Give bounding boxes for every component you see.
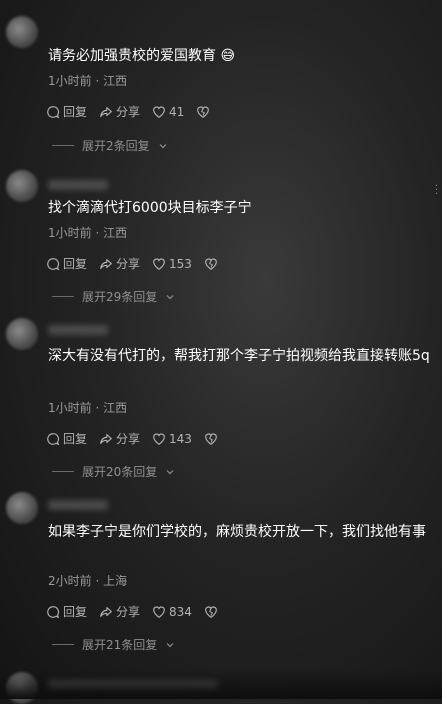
reply-label: 回复 [63, 605, 88, 619]
comment-meta: 1小时前 · 江西 [48, 226, 128, 240]
reply-label: 回复 [63, 105, 88, 119]
comment-meta: 1小时前 · 江西 [48, 74, 128, 88]
dislike-icon [205, 606, 217, 618]
chevron-down-icon [166, 642, 174, 647]
like-button[interactable]: 143 [152, 432, 192, 446]
username-blurred[interactable] [48, 180, 108, 190]
heart-icon [153, 433, 165, 445]
divider-line [52, 471, 74, 472]
username-blurred[interactable] [48, 325, 108, 335]
reply-button[interactable]: 回复 [46, 603, 87, 620]
reply-button[interactable]: 回复 [46, 430, 87, 447]
expand-label: 展开2条回复 [82, 139, 150, 153]
share-button[interactable]: 分享 [99, 430, 140, 447]
chevron-down-icon [166, 469, 174, 474]
share-icon [100, 258, 112, 269]
share-label: 分享 [116, 432, 141, 446]
heart-icon [153, 106, 165, 118]
comment-meta: 2小时前 · 上海 [48, 574, 128, 588]
bottom-fade [0, 669, 442, 699]
dislike-button[interactable] [204, 257, 218, 271]
like-button[interactable]: 41 [152, 105, 184, 119]
reply-label: 回复 [63, 257, 88, 271]
expand-replies[interactable]: 展开20条回复 [52, 463, 175, 480]
reply-icon [47, 605, 60, 618]
avatar[interactable] [6, 492, 38, 524]
share-label: 分享 [116, 105, 141, 119]
like-button[interactable]: 834 [152, 605, 192, 619]
comment-actions: 回复 分享 153 [46, 255, 218, 272]
reply-button[interactable]: 回复 [46, 255, 87, 272]
like-count: 143 [169, 431, 192, 446]
share-label: 分享 [116, 605, 141, 619]
avatar[interactable] [6, 318, 38, 350]
expand-replies[interactable]: 展开29条回复 [52, 288, 175, 305]
share-button[interactable]: 分享 [99, 103, 140, 120]
avatar[interactable] [6, 170, 38, 202]
share-icon [100, 606, 112, 617]
like-count: 834 [169, 604, 192, 619]
dislike-button[interactable] [204, 432, 218, 446]
like-count: 41 [169, 104, 185, 119]
heart-icon [153, 606, 165, 618]
comment-actions: 回复 分享 41 [46, 103, 210, 120]
like-button[interactable]: 153 [152, 257, 192, 271]
comment-text: 请务必加强贵校的爱国教育 😅 [48, 48, 236, 64]
share-button[interactable]: 分享 [99, 255, 140, 272]
share-label: 分享 [116, 257, 141, 271]
comment-text: 找个滴滴代打6000块目标李子宁 [48, 200, 252, 216]
share-icon [100, 433, 112, 444]
comment-actions: 回复 分享 143 [46, 430, 218, 447]
comment-text: 如果李子宁是你们学校的，麻烦贵校开放一下，我们找他有事 [48, 524, 426, 540]
dislike-icon [205, 433, 217, 445]
username-blurred[interactable] [48, 500, 108, 510]
reply-icon [47, 432, 60, 445]
dislike-icon [205, 258, 217, 270]
share-button[interactable]: 分享 [99, 603, 140, 620]
dislike-button[interactable] [196, 105, 210, 119]
heart-icon [153, 258, 165, 270]
divider-line [52, 644, 74, 645]
divider-line [52, 296, 74, 297]
comment-actions: 回复 分享 834 [46, 603, 218, 620]
comment-text: 深大有没有代打的，帮我打那个李子宁拍视频给我直接转账5q [48, 348, 430, 364]
expand-label: 展开29条回复 [82, 290, 158, 304]
expand-label: 展开20条回复 [82, 465, 158, 479]
reply-icon [47, 257, 60, 270]
avatar[interactable] [6, 16, 38, 48]
more-vertical-icon[interactable]: · · · [435, 182, 438, 200]
reply-button[interactable]: 回复 [46, 103, 87, 120]
share-icon [100, 106, 112, 117]
reply-icon [47, 105, 60, 118]
dislike-icon [197, 106, 210, 118]
expand-label: 展开21条回复 [82, 638, 158, 652]
like-count: 153 [169, 256, 192, 271]
divider-line [52, 145, 74, 146]
comment-meta: 1小时前 · 江西 [48, 401, 128, 415]
chevron-down-icon [159, 143, 167, 148]
expand-replies[interactable]: 展开21条回复 [52, 636, 175, 653]
chevron-down-icon [166, 294, 174, 299]
dislike-button[interactable] [204, 605, 218, 619]
expand-replies[interactable]: 展开2条回复 [52, 137, 168, 154]
reply-label: 回复 [63, 432, 88, 446]
